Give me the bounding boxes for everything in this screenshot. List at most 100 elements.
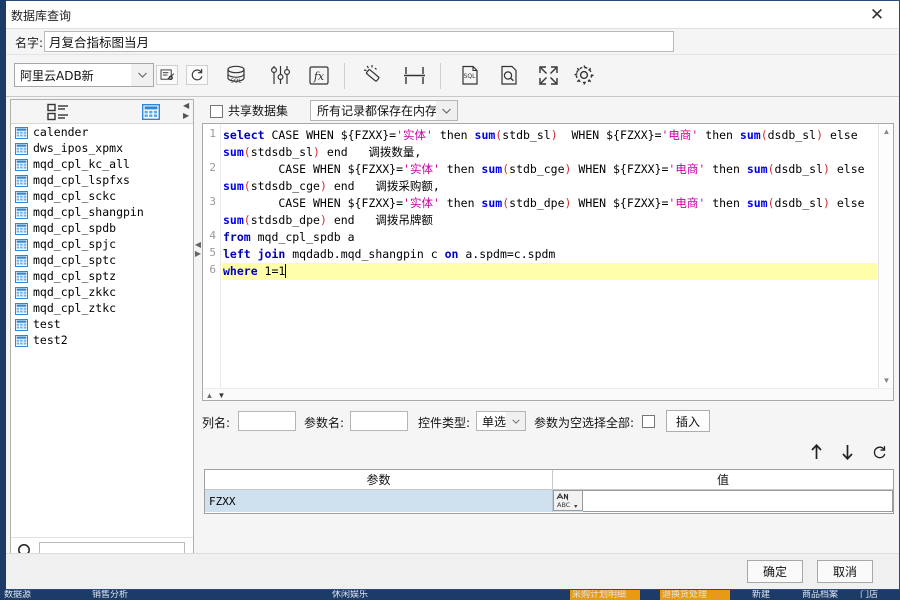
magic-wand-button[interactable] [358, 60, 388, 90]
fullscreen-button[interactable] [533, 60, 563, 90]
list-item[interactable]: mqd_cpl_lspfxs [11, 172, 193, 188]
taskbar[interactable]: 数据源 销售分析 休闲娱乐 采购计划明细 退换货处理 新建 商品档案 门店 [0, 590, 900, 600]
list-item[interactable]: calender [11, 124, 193, 140]
abc-type-icon[interactable]: ABC [553, 490, 583, 511]
code-token: sum [223, 213, 244, 227]
code-token: else [829, 162, 865, 176]
list-item[interactable]: mqd_cpl_sptz [11, 268, 193, 284]
code-token: sum [223, 145, 244, 159]
sql-document-button[interactable]: SQL [455, 60, 485, 90]
align-rows-button[interactable] [400, 60, 430, 90]
code-line: select CASE WHEN ${FZXX}='实体' then sum(s… [223, 127, 877, 144]
panel-splitter[interactable]: ◀ ▶ [194, 99, 202, 399]
param-name-cell[interactable]: FZXX [205, 490, 553, 512]
refresh-icon-params[interactable] [868, 442, 890, 464]
edit-sql-button[interactable] [156, 65, 178, 85]
tree-header: ◀ ▶ [11, 100, 193, 124]
list-item-label: calender [33, 125, 89, 139]
editor-horizontal-scrollbar[interactable]: ▲ ▼ [203, 388, 893, 400]
parameters-button[interactable] [266, 60, 296, 90]
list-item-label: dws_ipos_xpmx [33, 141, 124, 155]
database-sql-icon: SQL [227, 65, 245, 84]
table-grid-icon[interactable] [141, 103, 161, 125]
list-item[interactable]: mqd_cpl_spjc [11, 236, 193, 252]
chevron-left-icon-split: ◀ [194, 240, 202, 249]
table-icon [15, 254, 28, 267]
toolbar-separator [344, 63, 345, 89]
insert-button[interactable]: 插入 [666, 410, 710, 432]
settings-button[interactable] [569, 60, 599, 90]
taskbar-item-label: 休闲娱乐 [332, 590, 369, 600]
list-item[interactable]: mqd_cpl_ztkc [11, 300, 193, 316]
code-token: ( [243, 213, 251, 227]
list-item[interactable]: test2 [11, 332, 193, 348]
sql-editor[interactable]: 123456 select CASE WHEN ${FZXX}='实体' the… [202, 123, 894, 401]
column-name-input[interactable] [238, 411, 296, 431]
name-input[interactable] [44, 31, 674, 52]
parameter-table: 参数 值 FZXX ABC [204, 469, 894, 514]
list-item-label: mqd_cpl_ztkc [33, 301, 117, 315]
list-item[interactable]: mqd_cpl_sptc [11, 252, 193, 268]
edit-sql-icon [160, 68, 174, 80]
close-icon[interactable]: ✕ [855, 1, 899, 28]
refresh-button[interactable] [186, 65, 208, 85]
list-item[interactable]: mqd_cpl_shangpin [11, 204, 193, 220]
list-item-label: mqd_cpl_sckc [33, 189, 117, 203]
control-type-value: 单选 [482, 414, 507, 429]
sql-code[interactable]: select CASE WHEN ${FZXX}='实体' then sum(s… [223, 127, 877, 280]
code-token: sum [746, 162, 768, 176]
code-token: sum [474, 128, 496, 142]
code-token: ( [767, 162, 775, 176]
align-rows-icon [404, 66, 425, 84]
code-token: '电商' [668, 196, 706, 210]
gear-icon [574, 65, 594, 85]
line-number: 2 [209, 161, 216, 174]
control-type-select[interactable]: 单选 [476, 411, 526, 431]
editor-vertical-scrollbar[interactable]: ▲ ▼ [878, 124, 893, 400]
share-dataset-checkbox[interactable] [210, 103, 223, 121]
code-token: ( [760, 128, 768, 142]
formula-button[interactable]: fx [304, 60, 334, 90]
list-item-label: mqd_cpl_spdb [33, 221, 117, 235]
magic-wand-icon [363, 65, 380, 82]
ok-button[interactable]: 确定 [747, 560, 803, 583]
database-sql-button[interactable]: SQL [222, 60, 252, 90]
refresh-icon [191, 69, 203, 81]
line-number: 1 [209, 127, 216, 140]
chevron-up-icon[interactable]: ▲ [879, 124, 893, 139]
code-token: stdb_sl [502, 128, 551, 142]
triangle-right-icon[interactable]: ▼ [216, 390, 227, 400]
list-item[interactable]: test [11, 316, 193, 332]
datasource-select[interactable]: 阿里云ADB新 [14, 63, 154, 87]
param-value-input[interactable] [583, 490, 893, 512]
preview-button[interactable] [494, 60, 524, 90]
code-token: end 调拨吊牌额 [326, 213, 433, 227]
param-value-cell[interactable]: ABC [553, 490, 893, 512]
list-item[interactable]: mqd_cpl_zkkc [11, 284, 193, 300]
list-item-label: mqd_cpl_shangpin [33, 205, 144, 219]
window-title: 数据库查询 [11, 9, 72, 23]
param-name-input[interactable] [350, 411, 408, 431]
code-token: ) [319, 179, 327, 193]
list-item[interactable]: dws_ipos_xpmx [11, 140, 193, 156]
list-item[interactable]: mqd_cpl_spdb [11, 220, 193, 236]
chevron-left-icon[interactable]: ◀ [183, 101, 189, 110]
table-icon [15, 190, 28, 203]
arrow-up-icon[interactable] [805, 441, 827, 463]
memory-mode-select[interactable]: 所有记录都保存在内存中 [310, 100, 458, 121]
triangle-left-icon[interactable]: ▲ [204, 390, 215, 400]
empty-select-all-checkbox[interactable] [642, 413, 655, 431]
chevron-down-icon[interactable]: ▼ [879, 373, 893, 388]
table-row[interactable]: FZXX ABC [205, 490, 893, 512]
list-item-label: test [33, 317, 61, 331]
list-item[interactable]: mqd_cpl_kc_all [11, 156, 193, 172]
code-token: sum [481, 162, 503, 176]
code-token: ) [816, 128, 824, 142]
chevron-right-icon[interactable]: ▶ [183, 111, 189, 120]
arrow-down-icon[interactable] [837, 441, 859, 463]
code-token: else [823, 128, 858, 142]
list-view-icon[interactable] [47, 103, 71, 126]
table-list[interactable]: calender dws_ipos_xpmx mqd_cpl_kc_all mq… [11, 124, 193, 537]
cancel-button[interactable]: 取消 [817, 560, 873, 583]
list-item[interactable]: mqd_cpl_sckc [11, 188, 193, 204]
